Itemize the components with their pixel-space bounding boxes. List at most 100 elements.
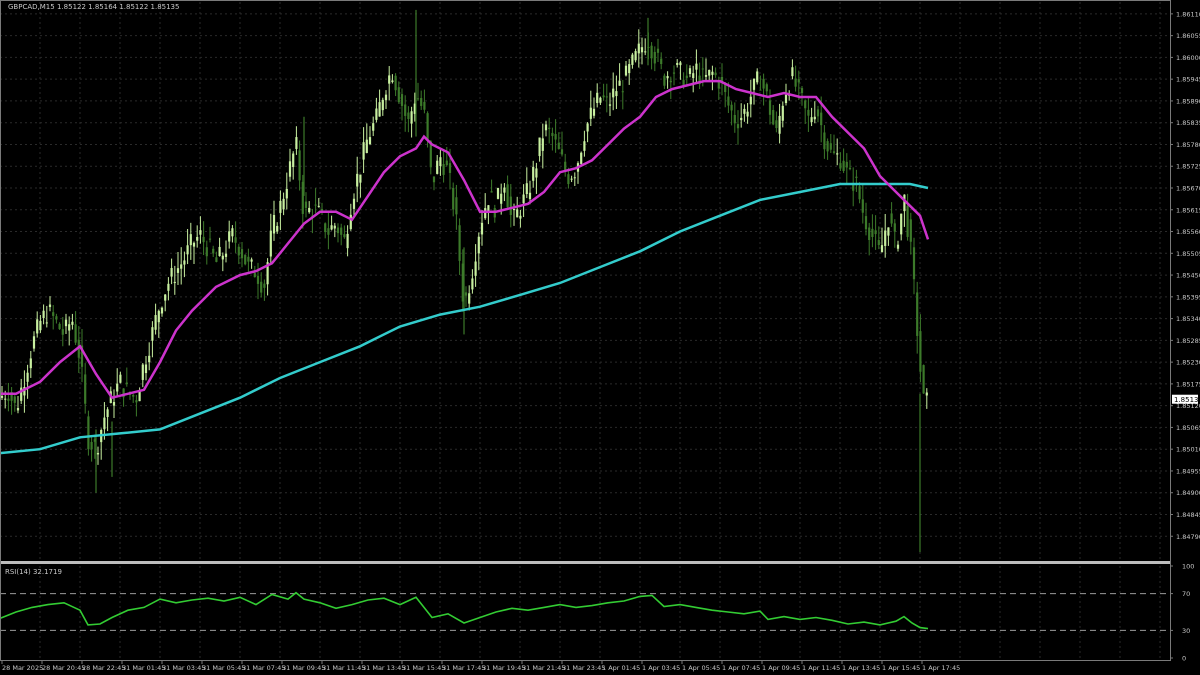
candle-body <box>298 150 301 181</box>
rsi-y-tick-label: 70 <box>1182 590 1190 598</box>
candle-body <box>426 113 429 140</box>
candle-body <box>205 247 208 257</box>
candle-body <box>535 168 538 178</box>
candle-body <box>304 201 308 208</box>
candle-body <box>237 246 240 256</box>
candle-body <box>308 207 311 213</box>
candle-body <box>285 188 288 199</box>
candle-body <box>807 109 810 116</box>
candle-body <box>400 94 404 106</box>
candle-body <box>212 248 215 254</box>
chart-area[interactable]: GBPCAD,M15 1.85122 1.85164 1.85122 1.851… <box>0 0 1200 675</box>
candle-body <box>900 213 903 235</box>
candle-body <box>829 143 832 150</box>
candle-body <box>916 292 919 336</box>
candle-body <box>112 401 116 406</box>
candle-body <box>663 75 666 86</box>
candle-body <box>448 163 452 173</box>
candle-body <box>256 275 260 284</box>
candle-body <box>253 272 256 278</box>
candle-body <box>650 45 653 59</box>
rsi-y-tick-label: 30 <box>1182 627 1190 635</box>
candle-body <box>544 124 548 131</box>
candle-body <box>781 105 784 121</box>
candle-body <box>589 107 592 119</box>
candle-body <box>861 199 864 213</box>
candle-body <box>381 99 384 111</box>
candle-body <box>423 101 426 110</box>
candle-body <box>375 108 378 120</box>
candle-body <box>420 98 423 106</box>
y-tick-label: 1.85010 <box>1176 446 1200 454</box>
candle-body <box>602 95 605 98</box>
candle-body <box>804 100 807 109</box>
candle-body <box>810 117 813 123</box>
candle-body <box>592 108 596 116</box>
candle-body <box>660 58 663 65</box>
candle-body <box>855 176 858 178</box>
candle-body <box>692 73 695 79</box>
candle-body <box>154 315 157 330</box>
candle-body <box>596 92 599 104</box>
candle-body <box>397 87 400 103</box>
candle-body <box>768 100 772 115</box>
candle-body <box>224 253 228 257</box>
candle-body <box>48 304 52 307</box>
candle-body <box>749 96 752 105</box>
candle-body <box>58 323 61 330</box>
candle-body <box>500 193 503 204</box>
candle-body <box>490 191 493 193</box>
candle-body <box>573 177 576 179</box>
candle-body <box>676 62 679 65</box>
y-tick-label: 1.84955 <box>1176 467 1200 475</box>
candle-body <box>679 62 682 66</box>
candle-body <box>640 47 644 53</box>
candle-body <box>525 183 528 194</box>
candle-body <box>474 261 477 276</box>
y-tick-label: 1.84900 <box>1176 489 1200 497</box>
candle-body <box>832 151 836 153</box>
candle-body <box>378 102 381 117</box>
candle-body <box>151 327 154 341</box>
candle-body <box>800 88 804 94</box>
candle-body <box>522 194 525 204</box>
candle-body <box>208 238 212 240</box>
candle-body <box>794 78 797 87</box>
candle-body <box>717 81 720 89</box>
candle-body <box>244 254 247 265</box>
candle-body <box>816 109 820 117</box>
candle-body <box>407 112 410 120</box>
y-tick-label: 1.85340 <box>1176 315 1200 323</box>
candle-body <box>634 51 637 61</box>
candle-body <box>90 441 93 450</box>
candle-body <box>84 374 87 404</box>
candle-body <box>890 213 893 224</box>
x-tick-label: 1 Apr 17:45 <box>922 664 960 672</box>
x-tick-label: 31 Mar 13:45 <box>362 664 405 672</box>
candle-body <box>538 137 541 157</box>
candle-body <box>564 161 567 170</box>
candle-body <box>64 319 68 327</box>
candle-body <box>685 75 688 79</box>
candle-body <box>218 246 221 257</box>
candle-body <box>874 230 877 235</box>
x-tick-label: 31 Mar 01:45 <box>122 664 165 672</box>
candle-body <box>612 88 615 98</box>
candle-body <box>570 178 573 180</box>
candle-body <box>231 228 234 237</box>
candle-body <box>144 364 148 374</box>
candle-body <box>704 74 708 77</box>
candle-body <box>922 365 925 394</box>
x-tick-label: 1 Apr 09:45 <box>762 664 800 672</box>
candle-body <box>621 91 624 93</box>
y-tick-label: 1.85945 <box>1176 76 1200 84</box>
candle-body <box>487 205 490 211</box>
candle-body <box>512 208 516 211</box>
candle-body <box>532 166 535 181</box>
candle-body <box>68 324 71 331</box>
panel-separator[interactable] <box>0 561 1170 564</box>
candle-body <box>7 398 10 401</box>
candle-body <box>752 78 756 90</box>
candle-body <box>624 65 628 76</box>
candle-body <box>813 116 816 120</box>
